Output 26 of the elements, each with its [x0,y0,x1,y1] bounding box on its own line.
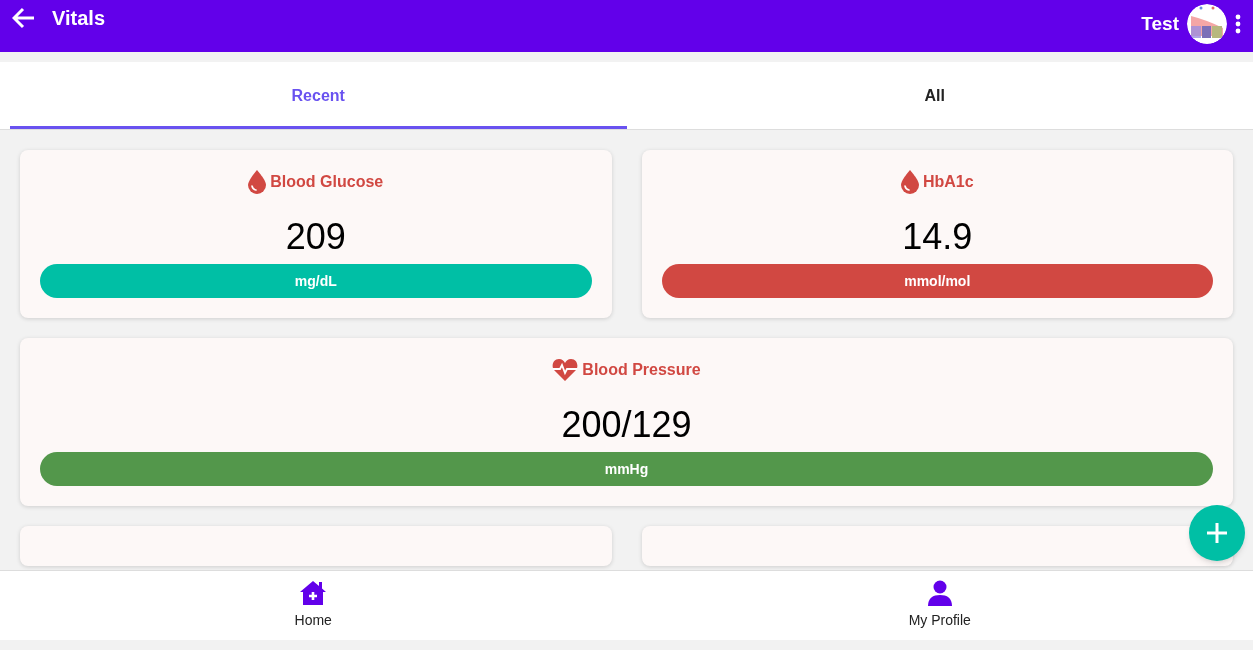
vital-name: HbA1c [922,172,974,192]
unit-bar: mmHg [40,452,1213,486]
person-icon [927,580,952,606]
drop-icon [900,170,919,194]
page-title: Vitals [52,6,105,31]
vital-value: 209 [285,215,346,259]
vital-card[interactable]: HbA1c 14.9 mmol/mol [641,150,1233,318]
nav-item[interactable]: Home [0,571,627,640]
heart-pulse-icon [552,359,579,381]
user-name: Test [1141,11,1179,36]
vital-value: 14.9 [902,215,973,259]
vital-card[interactable]: Blood Pressure 200/129 mmHg [20,338,1233,506]
vital-name: Blood Pressure [582,360,701,380]
vital-card[interactable]: Blood Glucose 209 mg/dL [20,150,612,318]
drop-icon [248,170,267,194]
more-icon[interactable] [1235,14,1241,34]
tab[interactable]: All [626,62,1243,129]
tab[interactable]: Recent [10,62,627,129]
home-plus-icon [299,580,328,606]
plus-icon [1207,523,1227,543]
unit-bar: mg/dL [40,264,592,298]
vital-value: 200/129 [561,403,692,447]
nav-item[interactable]: My Profile [626,571,1253,640]
back-arrow-icon[interactable] [12,7,36,29]
vital-name: Blood Glucose [270,172,384,192]
unit-bar: mmol/mol [661,264,1213,298]
